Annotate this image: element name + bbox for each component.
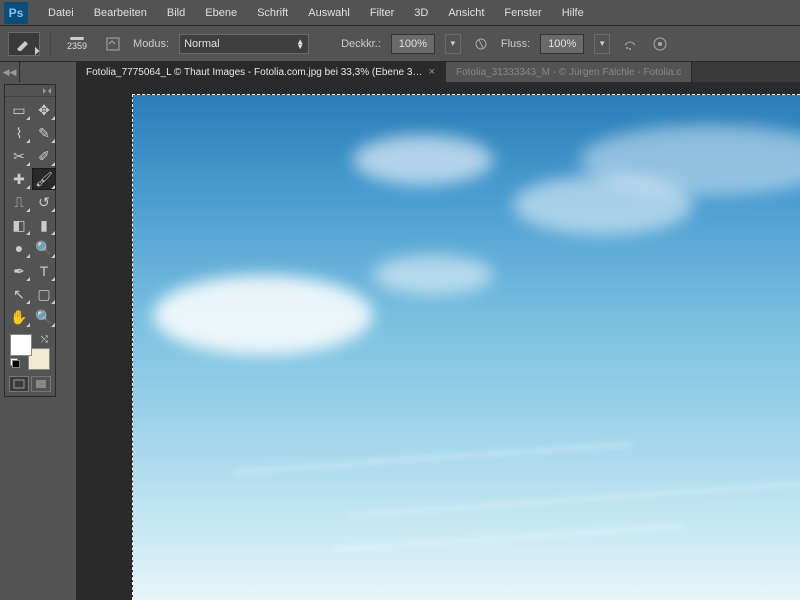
app-logo[interactable]: Ps [4, 2, 28, 24]
blur-tool[interactable]: ● [7, 237, 31, 259]
opacity-flyout[interactable]: ▼ [445, 34, 461, 54]
flow-flyout[interactable]: ▼ [594, 34, 610, 54]
tool-preset-picker[interactable] [8, 32, 40, 56]
dodge-tool[interactable]: 🔍 [32, 237, 56, 259]
lasso-tool[interactable]: ⌇ [7, 122, 31, 144]
menu-filter[interactable]: Filter [360, 3, 404, 23]
tools-panel-grip[interactable] [5, 85, 55, 97]
move-tool[interactable]: ✥ [32, 99, 56, 121]
history-brush-tool[interactable]: ↺ [32, 191, 56, 213]
pen-tool[interactable]: ✒ [7, 260, 31, 282]
menu-bild[interactable]: Bild [157, 3, 195, 23]
shape-tool[interactable]: ▢ [32, 283, 56, 305]
menu-ebene[interactable]: Ebene [195, 3, 247, 23]
stamp-tool[interactable]: ⎍ [7, 191, 31, 213]
options-bar: 2359 Modus: Normal ▲▼ Deckkr.: 100% ▼ Fl… [0, 26, 800, 62]
eyedropper-tool[interactable]: ✐ [32, 145, 56, 167]
menu-auswahl[interactable]: Auswahl [298, 3, 360, 23]
pressure-opacity-icon[interactable] [471, 34, 491, 54]
flow-label: Fluss: [501, 38, 530, 50]
menu-fenster[interactable]: Fenster [494, 3, 551, 23]
default-colors-icon[interactable] [10, 358, 20, 368]
tools-panel: ▭✥⌇✎✂✐✚🖌⎍↺◧▮●🔍✒T↖▢✋🔍 ⤭ [4, 84, 56, 397]
zoom-tool[interactable]: 🔍 [32, 306, 56, 328]
quick-select-tool[interactable]: ✎ [32, 122, 56, 144]
foreground-color[interactable] [10, 334, 32, 356]
opacity-label: Deckkr.: [341, 38, 381, 50]
pressure-size-icon[interactable] [650, 34, 670, 54]
canvas-background [76, 82, 800, 600]
image-content [133, 95, 800, 600]
path-select-tool[interactable]: ↖ [7, 283, 31, 305]
menu-datei[interactable]: Datei [38, 3, 84, 23]
menu-hilfe[interactable]: Hilfe [552, 3, 594, 23]
menu-bearbeiten[interactable]: Bearbeiten [84, 3, 157, 23]
document-tab-inactive[interactable]: Fotolia_31333343_M - © Jürgen Fälchle - … [446, 62, 692, 82]
quickmask-off[interactable] [9, 376, 29, 392]
marquee-tool[interactable]: ▭ [7, 99, 31, 121]
crop-tool[interactable]: ✂ [7, 145, 31, 167]
menu-3d[interactable]: 3D [404, 3, 438, 23]
gradient-tool[interactable]: ▮ [32, 214, 56, 236]
eraser-tool[interactable]: ◧ [7, 214, 31, 236]
document-tab-active[interactable]: Fotolia_7775064_L © Thaut Images - Fotol… [76, 62, 446, 82]
color-swatches: ⤭ [8, 334, 52, 370]
hand-tool[interactable]: ✋ [7, 306, 31, 328]
collapse-icon[interactable]: ◀◀ [0, 62, 20, 82]
healing-tool[interactable]: ✚ [7, 168, 31, 190]
flow-input[interactable]: 100% [540, 34, 584, 54]
blend-mode-select[interactable]: Normal ▲▼ [179, 34, 309, 54]
canvas[interactable] [132, 94, 800, 600]
opacity-input[interactable]: 100% [391, 34, 435, 54]
brush-tool[interactable]: 🖌 [32, 168, 56, 190]
swap-colors-icon[interactable]: ⤭ [41, 334, 48, 345]
menu-schrift[interactable]: Schrift [247, 3, 298, 23]
type-tool[interactable]: T [32, 260, 56, 282]
airbrush-icon[interactable] [620, 34, 640, 54]
menu-ansicht[interactable]: Ansicht [438, 3, 494, 23]
screen-mode[interactable] [31, 376, 51, 392]
brush-size-picker[interactable]: 2359 [61, 35, 93, 53]
brush-panel-icon[interactable] [103, 34, 123, 54]
mode-label: Modus: [133, 38, 169, 50]
close-icon[interactable]: × [429, 66, 435, 78]
